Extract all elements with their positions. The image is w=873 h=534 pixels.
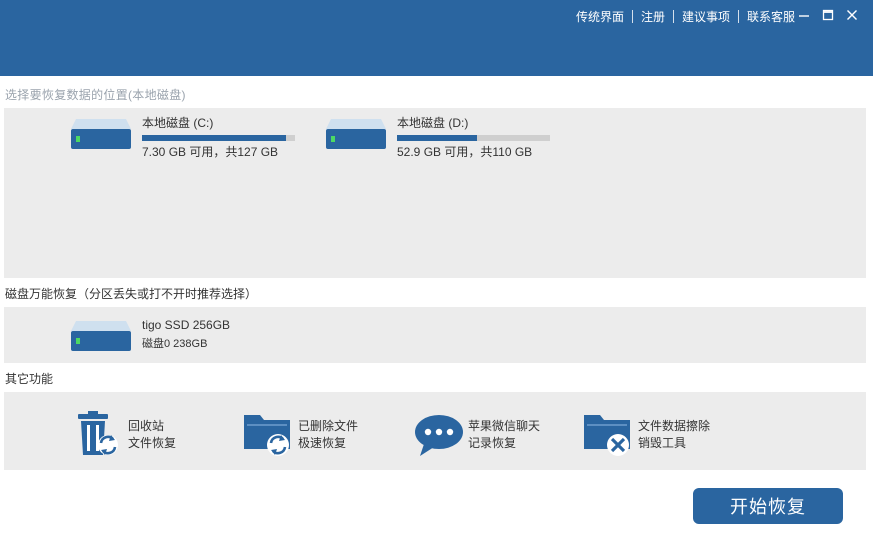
feature-title: 文件数据擦除 <box>638 419 711 433</box>
local-disks-label: 选择要恢复数据的位置(本地磁盘) <box>5 88 186 102</box>
feature-wechat-chat-recovery[interactable]: 苹果微信聊天 记录恢复 <box>414 411 540 459</box>
feature-subtitle: 记录恢复 <box>468 436 517 450</box>
hard-drive-icon <box>71 119 131 149</box>
register-link[interactable]: 注册 <box>633 8 673 25</box>
feature-subtitle: 极速恢复 <box>298 436 347 450</box>
minimize-button[interactable] <box>797 7 811 23</box>
feature-title: 已删除文件 <box>298 419 359 433</box>
disk-name: 本地磁盘 (D:) <box>397 116 469 130</box>
other-features-label: 其它功能 <box>5 372 54 386</box>
suggestions-link[interactable]: 建议事项 <box>674 8 738 25</box>
disk-c[interactable]: 本地磁盘 (C:) 7.30 GB 可用，共127 GB <box>70 116 295 159</box>
usage-bar <box>397 135 550 141</box>
feature-subtitle: 销毁工具 <box>638 436 687 450</box>
chat-bubble-icon <box>415 415 463 456</box>
feature-title: 回收站 <box>128 419 165 433</box>
disk-capacity: 7.30 GB 可用，共127 GB <box>142 145 279 159</box>
disk-name: 本地磁盘 (C:) <box>142 116 214 130</box>
disk-name: tigo SSD 256GB <box>142 318 231 332</box>
feature-data-wipe-tool[interactable]: 文件数据擦除 销毁工具 <box>584 411 710 459</box>
disk-tigo-ssd[interactable]: tigo SSD 256GB 磁盘0 238GB <box>70 318 230 352</box>
feature-recycle-bin-recovery[interactable]: 回收站 文件恢复 <box>74 411 176 459</box>
feature-title: 苹果微信聊天 <box>468 419 541 433</box>
classic-ui-link[interactable]: 传统界面 <box>568 8 632 25</box>
other-features-panel: 回收站 文件恢复 已删除文件 极速恢复 苹果微信聊天 记录恢复 文件数据擦除 销… <box>4 392 866 470</box>
close-button[interactable] <box>845 7 859 23</box>
usage-fill <box>142 135 286 141</box>
universal-recovery-panel: tigo SSD 256GB 磁盘0 238GB <box>4 307 866 363</box>
feature-subtitle: 文件恢复 <box>128 436 177 450</box>
usage-fill <box>397 135 477 141</box>
usage-bar <box>142 135 295 141</box>
window-controls <box>797 7 859 23</box>
maximize-icon <box>822 9 834 21</box>
recycle-bin-icon <box>78 411 118 455</box>
disk-capacity: 52.9 GB 可用，共110 GB <box>397 145 533 159</box>
folder-delete-icon <box>584 415 630 456</box>
start-recovery-button[interactable]: 开始恢复 <box>693 488 843 524</box>
hard-drive-icon <box>71 321 131 351</box>
disk-d[interactable]: 本地磁盘 (D:) 52.9 GB 可用，共110 GB <box>325 116 550 159</box>
contact-support-link[interactable]: 联系客服 <box>739 8 803 25</box>
minimize-icon <box>799 15 809 17</box>
folder-restore-icon <box>244 415 290 456</box>
hard-drive-icon <box>326 119 386 149</box>
local-disks-panel: 本地磁盘 (C:) 7.30 GB 可用，共127 GB 本地磁盘 (D:) 5… <box>4 108 866 278</box>
close-icon <box>847 10 857 20</box>
disk-subtitle: 磁盘0 238GB <box>142 338 208 350</box>
universal-recovery-label: 磁盘万能恢复（分区丢失或打不开时推荐选择） <box>5 287 258 301</box>
title-bar: 传统界面 注册 建议事项 联系客服 <box>0 0 873 76</box>
feature-deleted-file-recovery[interactable]: 已删除文件 极速恢复 <box>244 411 358 459</box>
top-links: 传统界面 注册 建议事项 联系客服 <box>568 8 803 25</box>
maximize-button[interactable] <box>821 7 835 23</box>
